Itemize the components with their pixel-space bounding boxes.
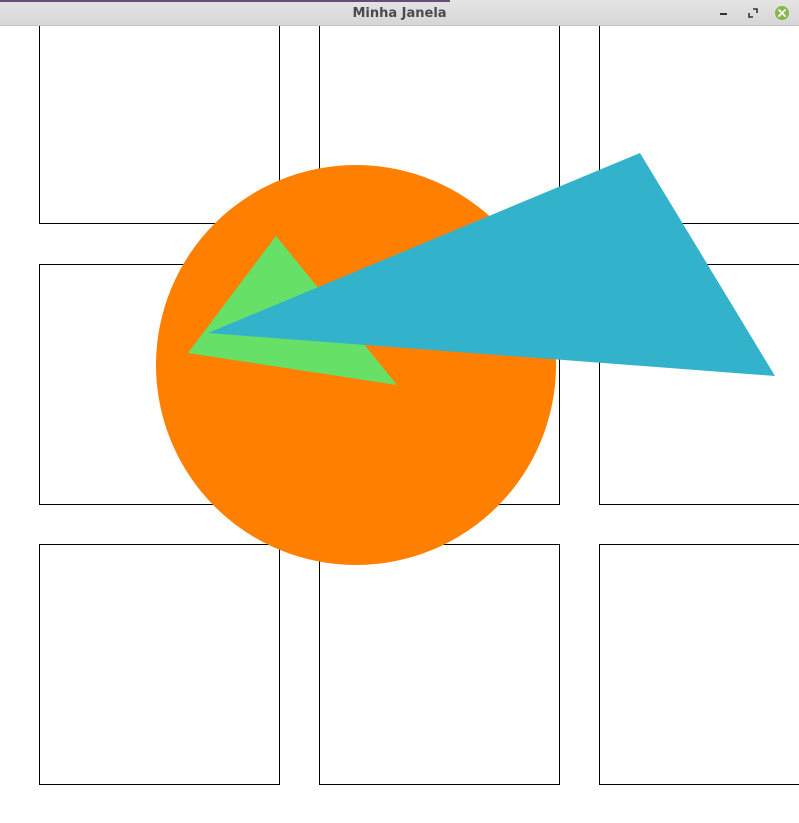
canvas-svg bbox=[39, 26, 799, 785]
title-bar[interactable]: Minha Janela bbox=[0, 0, 799, 26]
minimize-icon bbox=[719, 12, 727, 15]
grid-cell bbox=[39, 26, 280, 224]
grid-cell bbox=[599, 544, 799, 785]
close-icon bbox=[775, 6, 789, 20]
grid-cell bbox=[39, 544, 280, 785]
drawing-canvas[interactable] bbox=[0, 26, 799, 823]
grid-cell bbox=[319, 544, 560, 785]
minimize-button[interactable] bbox=[715, 5, 731, 21]
app-window: Minha Janela bbox=[0, 0, 799, 823]
maximize-button[interactable] bbox=[745, 5, 761, 21]
close-button[interactable] bbox=[774, 5, 790, 21]
window-title: Minha Janela bbox=[352, 6, 447, 21]
maximize-icon bbox=[748, 8, 758, 18]
